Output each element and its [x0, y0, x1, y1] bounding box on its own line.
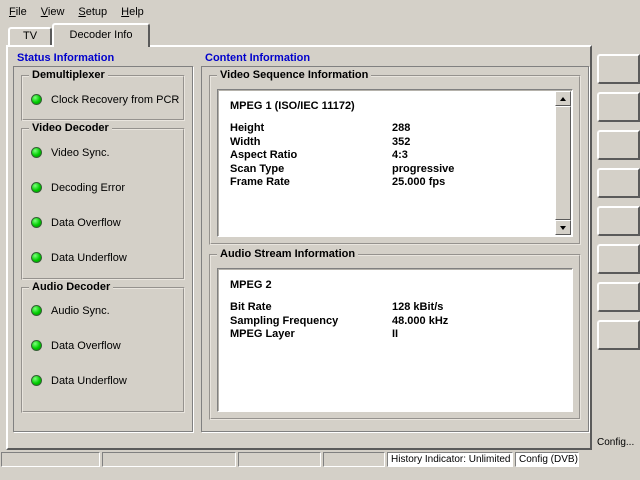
status-item-video-sync: Video Sync.: [23, 135, 183, 170]
scrollbar-thumb[interactable]: [555, 106, 571, 220]
softkey-button-4[interactable]: [597, 168, 640, 198]
info-label: Sampling Frequency: [230, 315, 392, 329]
menu-help[interactable]: Help: [115, 3, 152, 21]
status-item-label: Data Underflow: [51, 252, 127, 264]
video-sequence-group-title: Video Sequence Information: [217, 69, 371, 81]
green-led-icon: [31, 147, 42, 158]
green-led-icon: [31, 94, 42, 105]
config-softkey-label[interactable]: Config...: [597, 437, 640, 448]
info-row-scan-type: Scan Type progressive: [230, 163, 560, 177]
status-information-box: Demultiplexer Clock Recovery from PCR Vi…: [13, 66, 193, 432]
softkey-button-7[interactable]: [597, 282, 640, 312]
softkey-column: [597, 54, 640, 350]
status-segment: [323, 452, 385, 467]
audio-decoder-group-title: Audio Decoder: [29, 281, 113, 293]
tab-tv[interactable]: TV: [8, 27, 52, 45]
video-sequence-info-area: MPEG 1 (ISO/IEC 11172) Height 288 Width …: [217, 89, 573, 237]
softkey-button-8[interactable]: [597, 320, 640, 350]
info-row-width: Width 352: [230, 136, 560, 150]
green-led-icon: [31, 340, 42, 351]
green-led-icon: [31, 217, 42, 228]
softkey-button-1[interactable]: [597, 54, 640, 84]
status-item-audio-data-underflow: Data Underflow: [23, 363, 183, 398]
info-row-bit-rate: Bit Rate 128 kBit/s: [230, 301, 560, 315]
demultiplexer-group-title: Demultiplexer: [29, 69, 108, 81]
status-config: Config (DVB): [515, 452, 579, 467]
status-item-decoding-error: Decoding Error: [23, 170, 183, 205]
video-sequence-group: Video Sequence Information MPEG 1 (ISO/I…: [209, 75, 581, 245]
scroll-up-button[interactable]: [555, 91, 571, 106]
demultiplexer-group: Demultiplexer Clock Recovery from PCR: [21, 75, 185, 121]
softkey-button-2[interactable]: [597, 92, 640, 122]
menu-file[interactable]: File: [3, 3, 35, 21]
softkey-button-3[interactable]: [597, 130, 640, 160]
scroll-down-button[interactable]: [555, 220, 571, 235]
status-history-indicator: History Indicator: Unlimited: [387, 452, 513, 467]
info-row-height: Height 288: [230, 122, 560, 136]
content-information-title: Content Information: [205, 52, 310, 64]
status-item-audio-sync: Audio Sync.: [23, 293, 183, 328]
info-value: 25.000 fps: [392, 176, 445, 190]
status-item-label: Data Underflow: [51, 375, 127, 387]
arrow-down-icon: [560, 226, 566, 230]
green-led-icon: [31, 305, 42, 316]
info-label: MPEG Layer: [230, 328, 392, 342]
info-label: Scan Type: [230, 163, 392, 177]
audio-stream-group: Audio Stream Information MPEG 2 Bit Rate…: [209, 254, 581, 420]
info-value: 48.000 kHz: [392, 315, 448, 329]
app-window: { "menu": { "items": ["File", "View", "S…: [0, 0, 640, 480]
info-label: Width: [230, 136, 392, 150]
info-value: progressive: [392, 163, 454, 177]
info-row-aspect-ratio: Aspect Ratio 4:3: [230, 149, 560, 163]
content-information-box: Video Sequence Information MPEG 1 (ISO/I…: [201, 66, 589, 432]
status-item-data-overflow: Data Overflow: [23, 205, 183, 240]
audio-stream-info-area: MPEG 2 Bit Rate 128 kBit/s Sampling Freq…: [217, 268, 573, 412]
audio-decoder-group: Audio Decoder Audio Sync. Data Overflow …: [21, 287, 185, 413]
status-item-label: Data Overflow: [51, 217, 121, 229]
status-item-label: Video Sync.: [51, 147, 110, 159]
softkey-button-6[interactable]: [597, 244, 640, 274]
audio-stream-group-title: Audio Stream Information: [217, 248, 358, 260]
video-codec: MPEG 1 (ISO/IEC 11172): [230, 100, 560, 112]
green-led-icon: [31, 375, 42, 386]
status-item-clock-recovery: Clock Recovery from PCR: [23, 82, 183, 117]
menu-setup[interactable]: Setup: [72, 3, 115, 21]
audio-codec: MPEG 2: [230, 279, 560, 291]
status-item-data-underflow: Data Underflow: [23, 240, 183, 275]
status-information-title: Status Information: [17, 52, 114, 64]
status-segment: [238, 452, 321, 467]
status-segment: [102, 452, 236, 467]
video-decoder-group-title: Video Decoder: [29, 122, 112, 134]
green-led-icon: [31, 252, 42, 263]
status-item-label: Clock Recovery from PCR: [51, 94, 179, 106]
status-item-label: Data Overflow: [51, 340, 121, 352]
info-label: Height: [230, 122, 392, 136]
info-label: Bit Rate: [230, 301, 392, 315]
info-label: Frame Rate: [230, 176, 392, 190]
info-row-sampling-frequency: Sampling Frequency 48.000 kHz: [230, 315, 560, 329]
vertical-scrollbar[interactable]: [555, 91, 571, 235]
info-value: 4:3: [392, 149, 408, 163]
info-row-mpeg-layer: MPEG Layer II: [230, 328, 560, 342]
info-label: Aspect Ratio: [230, 149, 392, 163]
info-value: 288: [392, 122, 410, 136]
info-value: 352: [392, 136, 410, 150]
menu-bar: File View Setup Help: [0, 0, 640, 23]
status-item-label: Decoding Error: [51, 182, 125, 194]
info-value: 128 kBit/s: [392, 301, 443, 315]
arrow-up-icon: [560, 97, 566, 101]
softkey-button-5[interactable]: [597, 206, 640, 236]
green-led-icon: [31, 182, 42, 193]
video-decoder-group: Video Decoder Video Sync. Decoding Error…: [21, 128, 185, 280]
tab-decoder-info[interactable]: Decoder Info: [52, 23, 150, 47]
status-segment: [1, 452, 100, 467]
info-value: II: [392, 328, 398, 342]
status-item-label: Audio Sync.: [51, 305, 110, 317]
info-row-frame-rate: Frame Rate 25.000 fps: [230, 176, 560, 190]
main-panel: Status Information Content Information D…: [6, 45, 592, 450]
status-item-audio-data-overflow: Data Overflow: [23, 328, 183, 363]
menu-view[interactable]: View: [35, 3, 73, 21]
